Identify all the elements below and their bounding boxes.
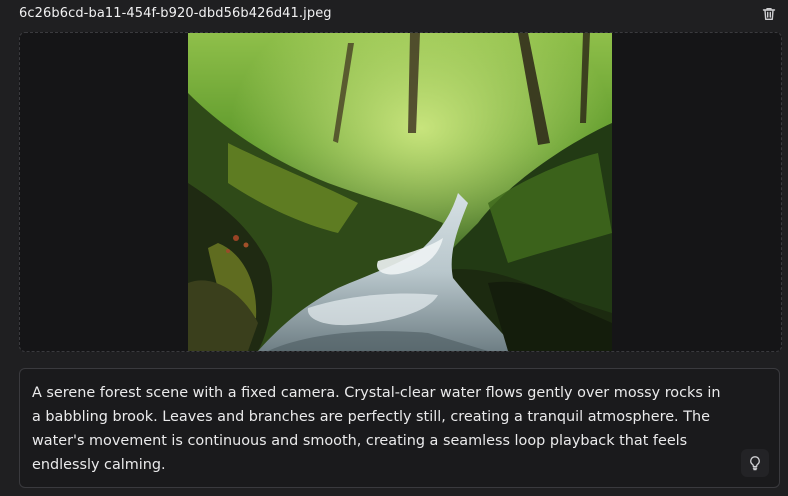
lightbulb-icon[interactable]	[741, 449, 769, 477]
image-preview-frame	[19, 32, 782, 352]
file-header: 6c26b6cd-ba11-454f-b920-dbd56b426d41.jpe…	[0, 0, 788, 30]
trash-icon[interactable]	[761, 6, 777, 22]
prompt-box[interactable]: A serene forest scene with a fixed camer…	[19, 368, 780, 488]
file-name: 6c26b6cd-ba11-454f-b920-dbd56b426d41.jpe…	[19, 6, 332, 21]
prompt-text[interactable]: A serene forest scene with a fixed camer…	[32, 381, 732, 477]
media-prompt-panel: 6c26b6cd-ba11-454f-b920-dbd56b426d41.jpe…	[0, 0, 788, 496]
forest-stream-image	[188, 33, 612, 351]
